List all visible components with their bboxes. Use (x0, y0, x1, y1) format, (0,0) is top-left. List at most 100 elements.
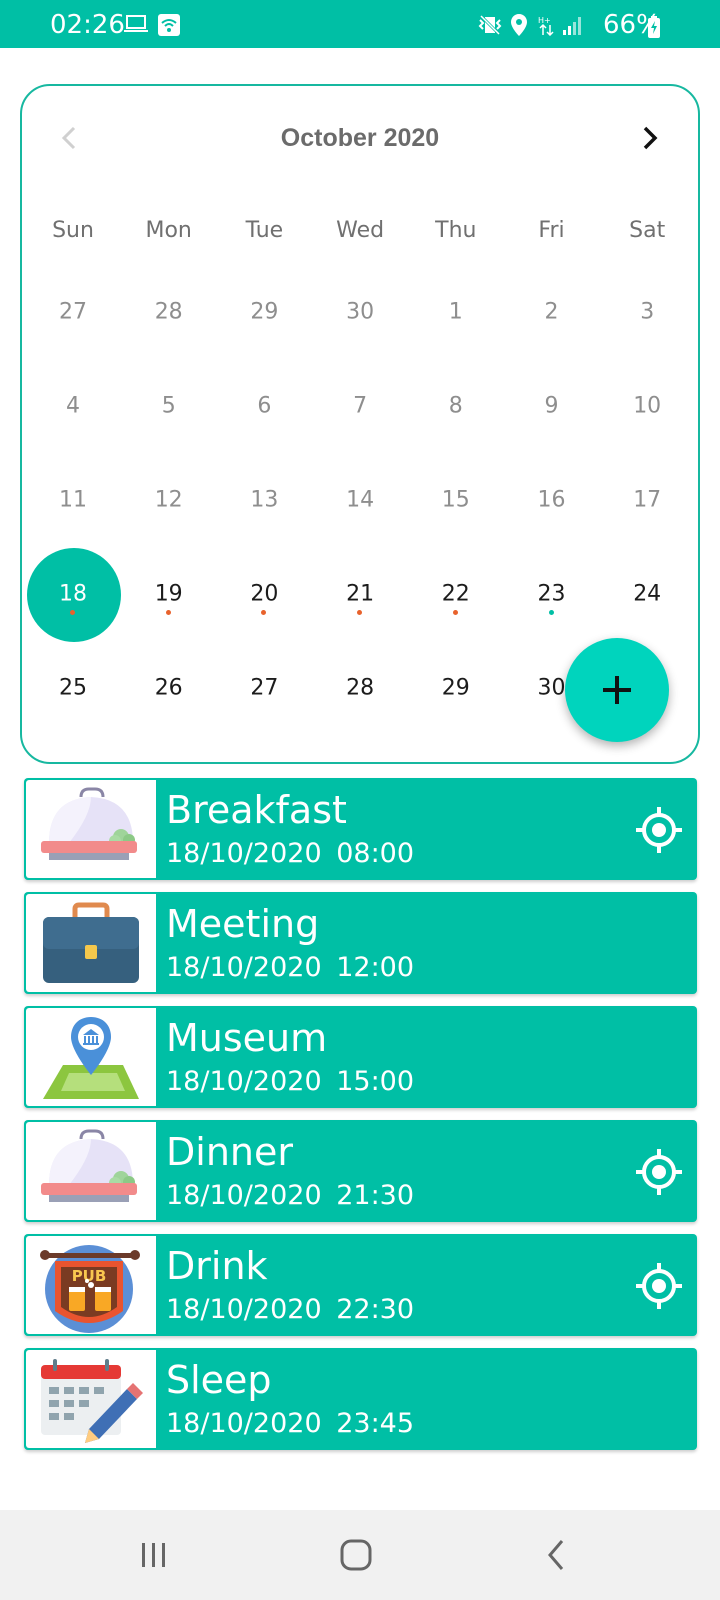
calendar-day[interactable]: 29 (408, 642, 504, 738)
event-datetime: 18/10/2020 21:30 (166, 1180, 415, 1211)
calendar-day[interactable]: 10 (599, 360, 695, 456)
weekday-label: Mon (145, 218, 192, 243)
calendar-day[interactable]: 27 (25, 266, 121, 362)
svg-text:H+: H+ (538, 16, 551, 25)
museum-map-pin-icon (43, 1017, 139, 1099)
calendar-day[interactable]: 24 (599, 548, 695, 644)
calendar-day[interactable]: 25 (25, 642, 121, 738)
event-dot (70, 610, 75, 615)
location-icon (510, 14, 528, 41)
calendar-day[interactable]: 27 (216, 642, 312, 738)
event-thumbnail (26, 1122, 156, 1220)
briefcase-icon (43, 902, 139, 983)
signal-icon (562, 14, 584, 41)
calendar-day[interactable]: 13 (216, 454, 312, 550)
event-item[interactable]: Meeting 18/10/2020 12:00 (24, 892, 697, 994)
calendar-day[interactable]: 14 (312, 454, 408, 550)
event-datetime: 18/10/2020 22:30 (166, 1294, 415, 1325)
calendar-day[interactable]: 30 (312, 266, 408, 362)
food-cloche-icon (41, 1129, 137, 1202)
event-title: Museum (166, 1016, 328, 1060)
weekday-label: Thu (435, 218, 477, 243)
calendar-day[interactable]: 28 (312, 642, 408, 738)
calendar-day[interactable]: 26 (121, 642, 217, 738)
calendar-day[interactable]: 21 (312, 548, 408, 644)
back-icon (548, 1540, 564, 1570)
calendar-day[interactable]: 20 (216, 548, 312, 644)
event-datetime: 18/10/2020 15:00 (166, 1066, 415, 1097)
calendar-day[interactable]: 23 (504, 548, 600, 644)
event-title: Meeting (166, 902, 320, 946)
calendar-day[interactable]: 4 (25, 360, 121, 456)
calendar-day[interactable]: 12 (121, 454, 217, 550)
weekday-label: Sun (52, 218, 94, 243)
event-dot (165, 610, 171, 615)
event-thumbnail (26, 894, 156, 992)
calendar-day[interactable]: 28 (121, 266, 217, 362)
next-month-button[interactable] (632, 120, 668, 156)
event-thumbnail (26, 1350, 156, 1448)
chevron-right-icon (643, 126, 658, 150)
status-time: 02:26 (50, 10, 125, 40)
calendar-day[interactable]: 15 (408, 454, 504, 550)
event-thumbnail (26, 780, 156, 878)
vibrate-mute-icon (478, 14, 502, 41)
system-nav-bar (0, 1510, 720, 1600)
calendar-day[interactable]: 17 (599, 454, 695, 550)
food-cloche-icon (41, 787, 137, 860)
event-dot (548, 610, 554, 615)
calendar-day[interactable]: 5 (121, 360, 217, 456)
calendar-day[interactable]: 2 (504, 266, 600, 362)
event-item[interactable]: Dinner 18/10/2020 21:30 (24, 1120, 697, 1222)
event-datetime: 18/10/2020 23:45 (166, 1408, 415, 1439)
weekday-label: Fri (538, 218, 565, 243)
svg-text:PUB: PUB (72, 1267, 107, 1285)
event-thumbnail (26, 1008, 156, 1106)
pub-sign-icon: PUB (40, 1245, 140, 1333)
location-target-button[interactable] (635, 1148, 683, 1196)
event-item[interactable]: Breakfast 18/10/2020 08:00 (24, 778, 697, 880)
calendar-day[interactable]: 8 (408, 360, 504, 456)
weekday-label: Tue (245, 218, 284, 243)
event-dot (452, 610, 458, 615)
calendar-day[interactable]: 1 (408, 266, 504, 362)
recent-apps-button[interactable] (104, 1510, 204, 1600)
event-dot (357, 610, 363, 615)
event-item[interactable]: Sleep 18/10/2020 23:45 (24, 1348, 697, 1450)
event-title: Breakfast (166, 788, 347, 832)
calendar-day[interactable]: 9 (504, 360, 600, 456)
location-target-button[interactable] (635, 806, 683, 854)
laptop-icon (124, 14, 148, 39)
status-bar: 02:26 H+ 66% (0, 0, 720, 48)
calendar-day[interactable]: 29 (216, 266, 312, 362)
calendar-day[interactable]: 3 (599, 266, 695, 362)
calendar-day[interactable]: 19 (121, 548, 217, 644)
add-event-button[interactable] (565, 638, 669, 742)
home-icon (340, 1539, 372, 1571)
calendar-day[interactable]: 7 (312, 360, 408, 456)
data-arrows-icon: H+ (538, 14, 556, 41)
calendar-day[interactable]: 22 (408, 548, 504, 644)
event-item[interactable]: Museum 18/10/2020 15:00 (24, 1006, 697, 1108)
back-button[interactable] (508, 1510, 608, 1600)
calendar-day[interactable]: 11 (25, 454, 121, 550)
calendar-day-selected[interactable]: 18 (25, 548, 121, 644)
calendar-pencil-icon (41, 1359, 143, 1443)
gps-target-icon (636, 807, 682, 853)
wifi-calling-icon (158, 14, 180, 41)
calendar-day[interactable]: 6 (216, 360, 312, 456)
calendar-day[interactable]: 16 (504, 454, 600, 550)
location-target-button[interactable] (635, 1262, 683, 1310)
event-dot (261, 610, 267, 615)
event-title: Sleep (166, 1358, 272, 1402)
gps-target-icon (636, 1263, 682, 1309)
event-title: Drink (166, 1244, 268, 1288)
weekday-label: Wed (336, 218, 385, 243)
gps-target-icon (636, 1149, 682, 1195)
event-title: Dinner (166, 1130, 293, 1174)
battery-charging-icon (648, 16, 660, 43)
event-item[interactable]: PUB Drink 18/10/2020 22:30 (24, 1234, 697, 1336)
home-button[interactable] (306, 1510, 406, 1600)
month-title: October 2020 (280, 124, 440, 152)
weekday-label: Sat (629, 218, 666, 243)
